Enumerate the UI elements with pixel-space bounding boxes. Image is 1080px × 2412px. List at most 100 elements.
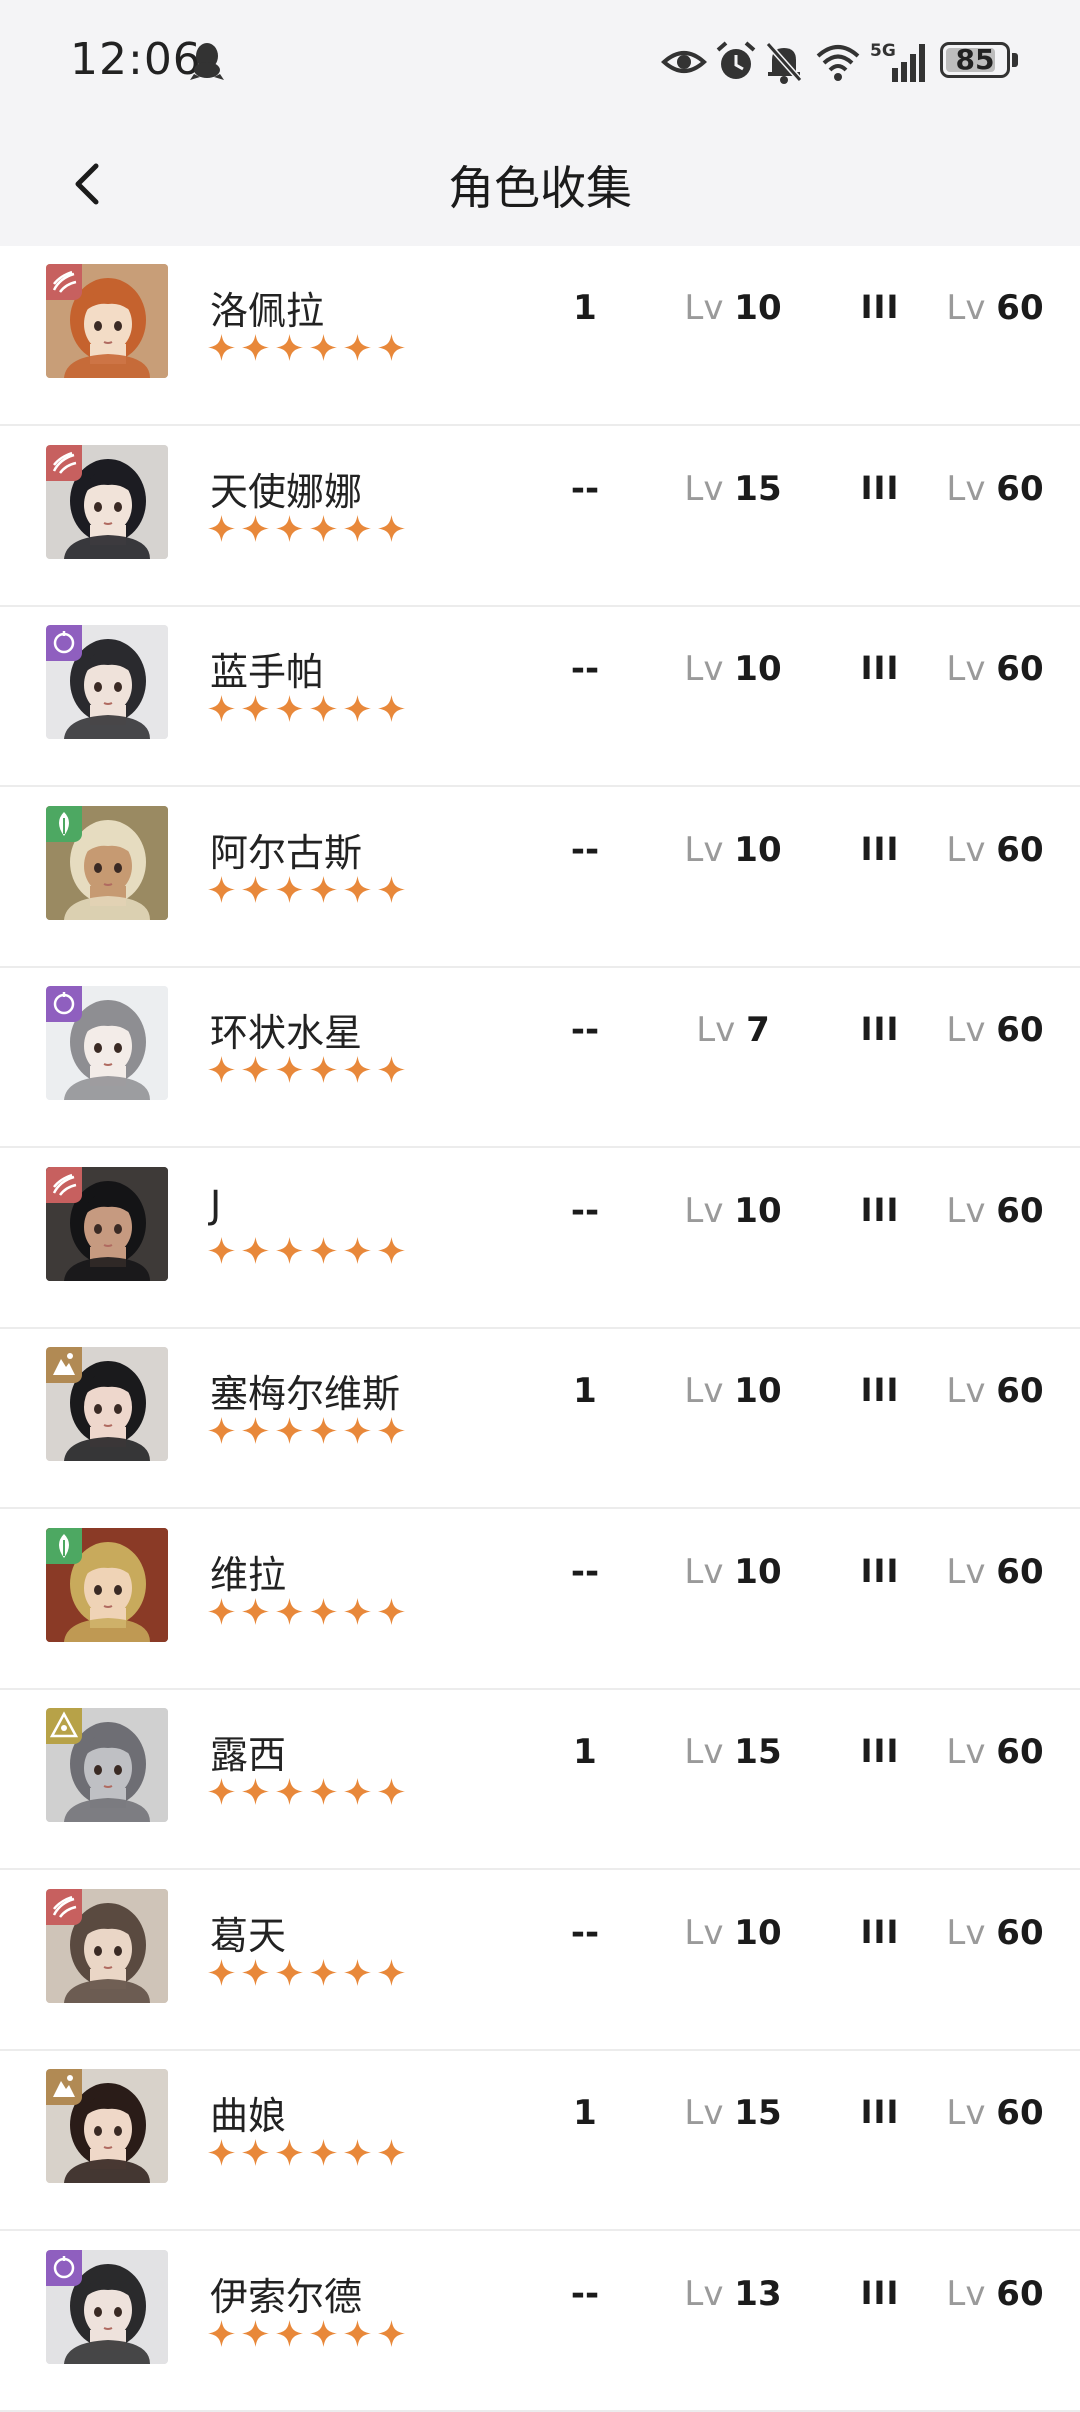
character-name: 露西 (210, 1733, 287, 1777)
character-count: 1 (573, 288, 597, 328)
character-row[interactable]: 曲娘 1 Lv 15 III Lv 60 (0, 2051, 1080, 2231)
character-count: -- (570, 649, 600, 689)
star-icon (378, 1056, 405, 1083)
max-level: Lv 60 (920, 2093, 1070, 2133)
wifi-icon (816, 45, 860, 81)
level-value: 10 (734, 1190, 782, 1231)
max-level: Lv 60 (920, 288, 1070, 328)
star-icon (310, 1778, 337, 1805)
intellect-element-icon (46, 2069, 82, 2105)
star-icon (208, 1417, 235, 1444)
star-icon (378, 1778, 405, 1805)
character-count: -- (570, 1551, 600, 1592)
character-count: 1 (573, 2093, 597, 2133)
star-rating (208, 1778, 405, 1805)
character-row[interactable]: 阿尔古斯 -- Lv 10 III Lv 60 (0, 788, 1080, 968)
star-icon (208, 2139, 235, 2166)
star-icon (310, 1597, 337, 1625)
star-rating (208, 1056, 405, 1083)
max-level-prefix: Lv (946, 468, 986, 509)
max-level-prefix: Lv (946, 288, 986, 328)
character-portrait (46, 444, 168, 559)
level-prefix: Lv (696, 1010, 736, 1050)
character-row[interactable]: 露西 1 Lv 15 III Lv 60 (0, 1690, 1080, 1870)
character-portrait (46, 805, 168, 920)
character-level: Lv 10 (648, 649, 818, 689)
star-icon (208, 2319, 235, 2347)
star-icon (378, 875, 405, 903)
character-row[interactable]: 环状水星 -- Lv 7 III Lv 60 (0, 968, 1080, 1148)
character-name: 葛天 (210, 1913, 287, 1958)
character-level: Lv 10 (648, 1191, 818, 1231)
level-value: 15 (734, 2093, 782, 2133)
star-icon (310, 1417, 337, 1444)
star-icon (276, 1958, 303, 1986)
star-rating (208, 2139, 405, 2166)
character-level: Lv 15 (648, 1732, 818, 1772)
star-icon (310, 514, 337, 542)
level-prefix: Lv (684, 468, 724, 509)
star-icon (208, 1056, 235, 1083)
max-level: Lv 60 (920, 1371, 1070, 1411)
star-icon (378, 334, 405, 361)
max-level-value: 60 (996, 2093, 1044, 2133)
level-value: 15 (734, 468, 782, 509)
character-portrait (46, 986, 168, 1100)
insight-rank: III (860, 2093, 900, 2131)
insight-rank: III (860, 468, 900, 507)
character-level: Lv 15 (648, 469, 818, 509)
spirit-element-icon (46, 986, 82, 1022)
star-icon (378, 1236, 405, 1264)
level-prefix: Lv (684, 1371, 724, 1411)
max-level-prefix: Lv (946, 2093, 986, 2133)
star-icon (344, 1236, 371, 1264)
character-portrait (46, 2069, 168, 2183)
star-icon (344, 875, 371, 903)
character-row[interactable]: 葛天 -- Lv 10 III Lv 60 (0, 1871, 1080, 2051)
character-portrait (46, 264, 168, 378)
character-portrait (46, 1166, 168, 1281)
level-prefix: Lv (684, 829, 724, 870)
level-value: 10 (734, 1551, 782, 1592)
character-count: -- (570, 468, 600, 509)
character-level: Lv 10 (648, 1913, 818, 1953)
star-icon (344, 1417, 371, 1444)
insight-rank: III (860, 2273, 900, 2312)
character-row[interactable]: J -- Lv 10 III Lv 60 (0, 1149, 1080, 1329)
character-count: -- (570, 2273, 600, 2314)
star-rating (208, 1417, 405, 1444)
character-level: Lv 10 (648, 1371, 818, 1411)
star-icon (208, 1778, 235, 1805)
max-level-prefix: Lv (946, 1010, 986, 1050)
character-row[interactable]: 天使娜娜 -- Lv 15 III Lv 60 (0, 427, 1080, 607)
star-icon (378, 514, 405, 542)
character-level: Lv 10 (648, 830, 818, 870)
star-icon (276, 695, 303, 722)
star-icon (344, 1056, 371, 1083)
star-icon (276, 1417, 303, 1444)
star-icon (242, 1597, 269, 1625)
max-level-value: 60 (996, 1732, 1044, 1772)
character-count: 1 (573, 1371, 597, 1411)
level-prefix: Lv (684, 1551, 724, 1592)
star-icon (276, 514, 303, 542)
max-level-prefix: Lv (946, 649, 986, 689)
character-row[interactable]: 塞梅尔维斯 1 Lv 10 III Lv 60 (0, 1329, 1080, 1509)
status-bar: 12:06 5G 85 (0, 0, 1080, 124)
battery-icon: 85 (940, 42, 1010, 78)
star-icon (242, 695, 269, 722)
star-icon (378, 1417, 405, 1444)
star-icon (310, 2139, 337, 2166)
insight-rank: III (860, 1551, 900, 1590)
character-row[interactable]: 蓝手帕 -- Lv 10 III Lv 60 (0, 607, 1080, 787)
character-row[interactable]: 维拉 -- Lv 10 III Lv 60 (0, 1510, 1080, 1690)
max-level-prefix: Lv (946, 1732, 986, 1772)
character-portrait (46, 1708, 168, 1822)
star-icon (310, 1236, 337, 1264)
character-row[interactable]: 伊索尔德 -- Lv 13 III Lv 60 (0, 2232, 1080, 2412)
character-row[interactable]: 洛佩拉 1 Lv 10 III Lv 60 (0, 246, 1080, 426)
max-level-value: 60 (996, 1010, 1044, 1050)
level-prefix: Lv (684, 1732, 724, 1772)
character-name: 环状水星 (210, 1011, 363, 1055)
star-icon (208, 1597, 235, 1625)
